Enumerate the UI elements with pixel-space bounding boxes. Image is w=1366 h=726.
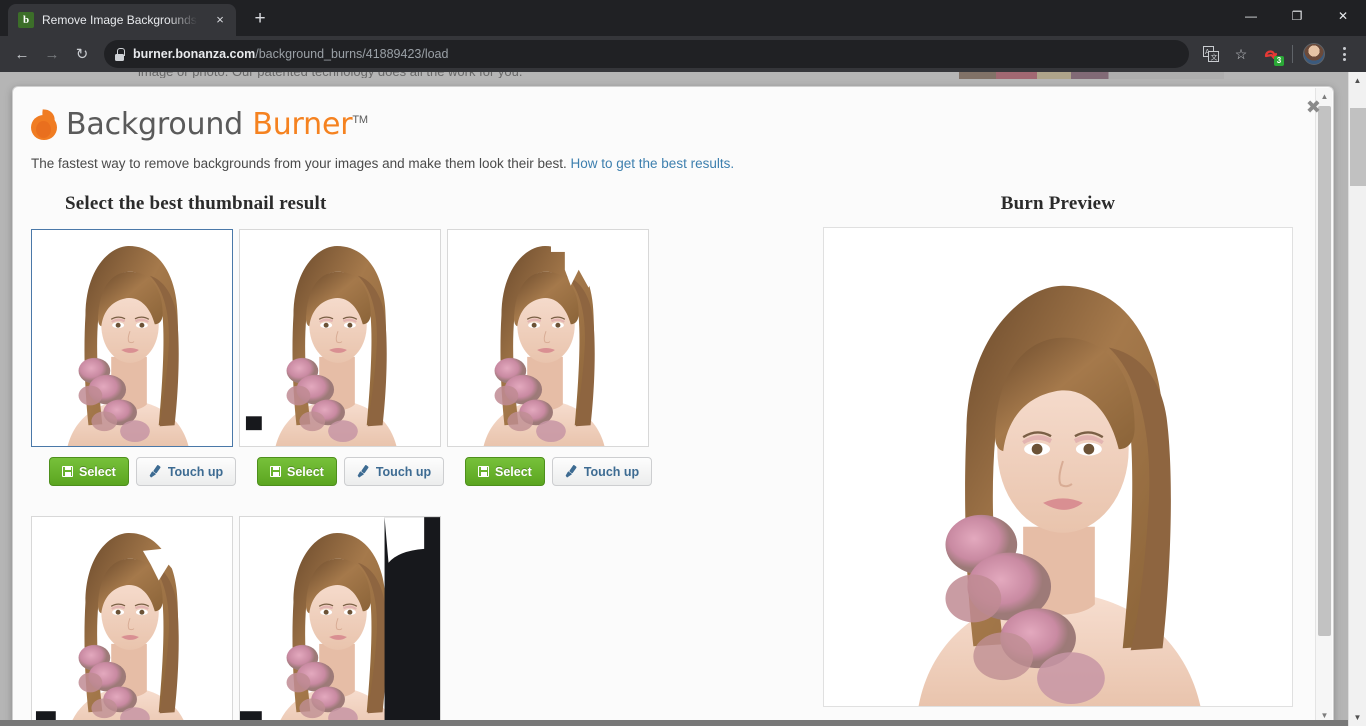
- tab-strip: b Remove Image Backgrounds Free × + — ❐ …: [0, 0, 1366, 36]
- thumbnail-option-4[interactable]: [31, 516, 233, 725]
- reload-button[interactable]: ↻: [68, 40, 96, 68]
- thumbnail-actions: Select Touch up: [31, 457, 239, 486]
- thumbnail-actions: Select Touch up: [239, 457, 447, 486]
- paintbrush-icon: [357, 465, 370, 478]
- thumbnail-cell: [239, 516, 447, 725]
- touch-up-button-2[interactable]: Touch up: [343, 457, 445, 486]
- avatar-image: [1303, 43, 1325, 65]
- url-host: burner.bonanza.com: [133, 47, 256, 61]
- select-button-label: Select: [495, 464, 532, 479]
- modal-close-icon[interactable]: ✖: [1306, 99, 1321, 117]
- forward-button[interactable]: →: [38, 40, 66, 68]
- toolbar-actions: A 文 ☆ 3: [1197, 40, 1358, 68]
- thumbnail-actions: Select Touch up: [447, 457, 655, 486]
- thumbnail-option-3[interactable]: [447, 229, 649, 447]
- window-minimize-button[interactable]: —: [1228, 0, 1274, 32]
- touch-up-button-1[interactable]: Touch up: [135, 457, 237, 486]
- preview-panel: Burn Preview: [791, 193, 1307, 725]
- new-tab-button[interactable]: +: [246, 6, 274, 34]
- url-text: burner.bonanza.com/background_burns/4188…: [133, 47, 448, 61]
- window-close-button[interactable]: ✕: [1320, 0, 1366, 32]
- url-path: /background_burns/41889423/load: [255, 47, 449, 61]
- window-controls: — ❐ ✕: [1228, 0, 1366, 32]
- avatar[interactable]: [1300, 40, 1328, 68]
- select-button-2[interactable]: Select: [257, 457, 337, 486]
- thumbnail-panel-title: Select the best thumbnail result: [65, 193, 327, 214]
- select-button-label: Select: [287, 464, 324, 479]
- tab-close-icon[interactable]: ×: [212, 12, 228, 28]
- save-icon: [270, 466, 281, 477]
- touch-up-button-3[interactable]: Touch up: [551, 457, 653, 486]
- brand-word-one: Background: [66, 107, 243, 142]
- browser-tab[interactable]: b Remove Image Backgrounds Free ×: [8, 4, 236, 36]
- select-button-label: Select: [79, 464, 116, 479]
- tab-favicon: b: [18, 12, 34, 28]
- thumbnail-grid: Select Touch up Select Touch up Select T…: [31, 229, 791, 725]
- back-button[interactable]: ←: [8, 40, 36, 68]
- browser-toolbar: ← → ↻ burner.bonanza.com/background_burn…: [0, 36, 1366, 72]
- page-scroll-down-icon[interactable]: ▼: [1349, 709, 1366, 726]
- brand-name: Background BurnerTM: [66, 107, 368, 142]
- subtitle-text: The fastest way to remove backgrounds fr…: [31, 156, 571, 171]
- modal-scrollbar-thumb[interactable]: [1318, 106, 1331, 636]
- toolbar-divider: [1292, 45, 1293, 63]
- select-button-1[interactable]: Select: [49, 457, 129, 486]
- viewport-bottom-edge: [0, 720, 1348, 726]
- touch-up-button-label: Touch up: [375, 464, 432, 479]
- lock-icon: [114, 47, 125, 61]
- kebab-dots: [1342, 47, 1346, 61]
- kebab-menu-icon[interactable]: [1330, 40, 1358, 68]
- thumbnail-option-1[interactable]: [31, 229, 233, 447]
- thumbnail-cell: Select Touch up: [447, 229, 655, 486]
- thumbnail-cell: Select Touch up: [31, 229, 239, 486]
- translate-icon[interactable]: A 文: [1197, 40, 1225, 68]
- modal-content: Background BurnerTM The fastest way to r…: [13, 87, 1315, 725]
- extension-badge: 3: [1274, 56, 1284, 66]
- thumbnail-option-5[interactable]: [239, 516, 441, 725]
- save-icon: [478, 466, 489, 477]
- svg-text:文: 文: [1211, 53, 1218, 62]
- background-burner-modal: ✖ Background BurnerTM The fastest way to…: [12, 86, 1334, 726]
- flame-icon: [31, 108, 57, 140]
- select-button-3[interactable]: Select: [465, 457, 545, 486]
- touch-up-button-label: Touch up: [583, 464, 640, 479]
- address-bar[interactable]: burner.bonanza.com/background_burns/4188…: [104, 40, 1189, 68]
- page-viewport: image or photo. Our patented technology …: [0, 72, 1366, 726]
- brand-word-two: Burner: [252, 107, 353, 142]
- thumbnail-option-2[interactable]: [239, 229, 441, 447]
- thumbnail-panel: Select the best thumbnail result Select …: [31, 193, 791, 725]
- best-results-link[interactable]: How to get the best results.: [571, 156, 735, 171]
- bookmark-star-icon[interactable]: ☆: [1227, 40, 1255, 68]
- preview-panel-title: Burn Preview: [1000, 193, 1116, 214]
- page-scrollbar[interactable]: ▲ ▼: [1348, 72, 1366, 726]
- touch-up-button-label: Touch up: [167, 464, 224, 479]
- modal-subtitle: The fastest way to remove backgrounds fr…: [13, 142, 1315, 171]
- tab-title: Remove Image Backgrounds Free: [42, 13, 204, 27]
- brand-logo: Background BurnerTM: [13, 87, 1315, 142]
- trademark-symbol: TM: [352, 114, 368, 126]
- modal-scrollbar[interactable]: ▲ ▼: [1315, 88, 1332, 724]
- modal-body: Select the best thumbnail result Select …: [13, 193, 1315, 725]
- paintbrush-icon: [565, 465, 578, 478]
- thumbnail-cell: [31, 516, 239, 725]
- thumbnail-cell: Select Touch up: [239, 229, 447, 486]
- browser-window: b Remove Image Backgrounds Free × + — ❐ …: [0, 0, 1366, 726]
- page-scrollbar-thumb[interactable]: [1350, 108, 1366, 186]
- save-icon: [62, 466, 73, 477]
- extension-icon[interactable]: 3: [1257, 40, 1285, 68]
- window-maximize-button[interactable]: ❐: [1274, 0, 1320, 32]
- burn-preview-image[interactable]: [823, 227, 1293, 707]
- page-scroll-up-icon[interactable]: ▲: [1349, 72, 1366, 89]
- paintbrush-icon: [149, 465, 162, 478]
